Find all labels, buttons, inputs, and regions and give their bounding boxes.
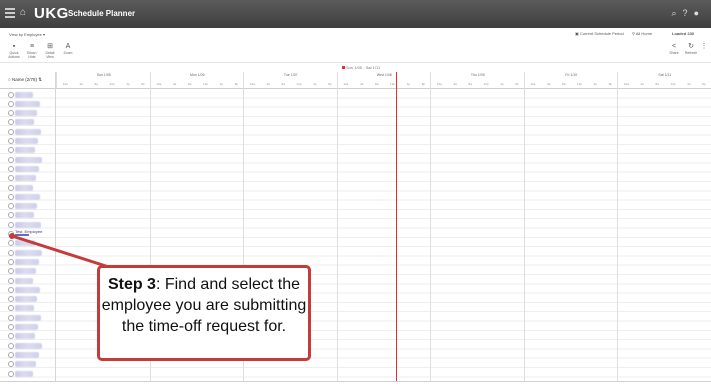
step-callout: Step 3: Find and select the employee you… [97, 265, 311, 361]
step-label: Step 3 [107, 276, 156, 293]
